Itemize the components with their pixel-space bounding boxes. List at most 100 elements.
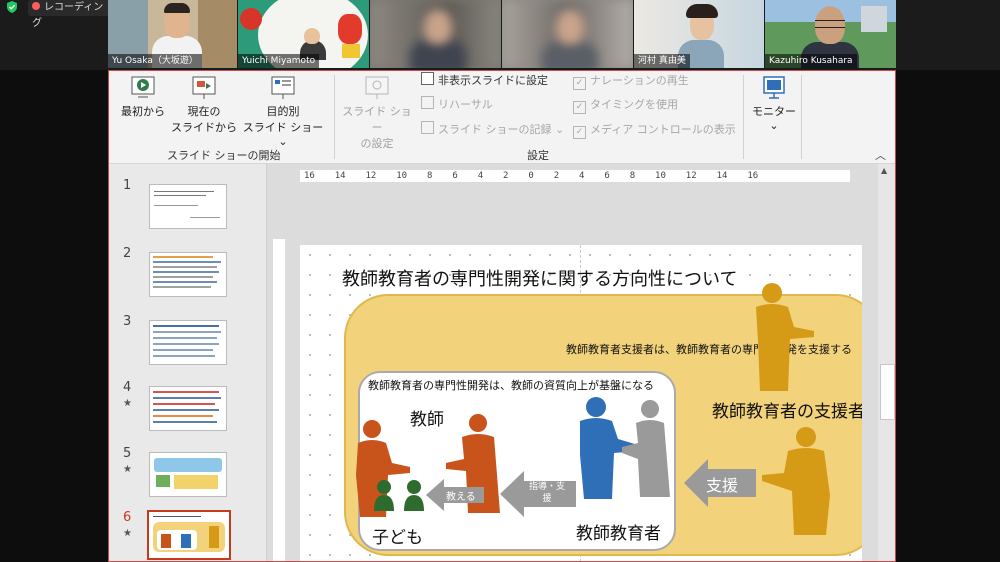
ruler-labels: 16 14 12 10 8 6 4 2 0 2 4 6 8 10 12 14 1…	[304, 171, 759, 181]
security-shield-icon[interactable]	[6, 0, 20, 16]
group-label-start: スライド ショーの開始	[167, 149, 281, 162]
slide-thumbnail-5[interactable]	[149, 452, 227, 497]
slide-canvas[interactable]: 教師教育者の専門性開発に関する方向性について 教師教育者支援者は、教師教育者の専…	[300, 245, 862, 561]
record-icon	[32, 2, 40, 10]
participant-name: 河村 真由美	[634, 54, 690, 68]
use-timings-checkbox[interactable]: ✓ タイミングを使用	[573, 96, 678, 114]
slide-number: 4	[123, 380, 132, 395]
slide-thumbnails-pane[interactable]: 1 2 3 4 ★ 5 ★ 6 ★	[109, 164, 267, 561]
teach-arrow[interactable]: 教える	[426, 479, 484, 511]
teach-arrow-label: 教える	[446, 492, 476, 503]
setup-slideshow-button[interactable]: スライド ショー の設定	[337, 75, 417, 151]
slide-thumbnail-2[interactable]	[149, 252, 227, 297]
video-tile-5[interactable]: 河村 真由美	[634, 0, 764, 68]
custom-slideshow-button[interactable]: 目的別 スライド ショー ⌄	[237, 75, 329, 148]
ribbon-slideshow-tab: 最初から 現在の スライドから 目的別 スライド ショー ⌄ スライド ショーの…	[109, 71, 895, 164]
play-from-start-icon	[130, 75, 156, 101]
support-arrow[interactable]: 支援	[684, 459, 756, 507]
monitor-label: モニター	[752, 105, 796, 118]
participant-name: Yu Osaka（大坂遊）	[108, 54, 202, 68]
custom-label-2: スライド ショー	[242, 121, 324, 134]
group-separator	[334, 75, 335, 159]
support-arrow-label: 支援	[706, 476, 739, 495]
guide-arrow-label: 指導・支援	[528, 482, 565, 504]
slide-editor: 16 14 12 10 8 6 4 2 0 2 4 6 8 10 12 14 1…	[267, 164, 895, 561]
custom-label-1: 目的別	[266, 105, 300, 118]
teacher-educator-figures	[580, 397, 670, 499]
rehearse-icon	[421, 96, 434, 109]
animation-star-icon: ★	[123, 464, 132, 475]
powerpoint-window: 最初から 現在の スライドから 目的別 スライド ショー ⌄ スライド ショーの…	[108, 70, 896, 562]
custom-slideshow-icon	[270, 75, 296, 101]
participant-name: Yuichi Miyamoto	[238, 54, 320, 68]
play-narrations-checkbox[interactable]: ✓ ナレーションの再生	[573, 72, 689, 90]
inner-note[interactable]: 教師教育者の専門性開発は、教師の資質向上が基盤になる	[368, 377, 654, 393]
slide-title[interactable]: 教師教育者の専門性開発に関する方向性について	[342, 265, 737, 291]
setup-slideshow-icon	[364, 75, 390, 101]
animation-star-icon: ★	[123, 528, 132, 539]
from-current-label-1: 現在の	[187, 105, 221, 118]
play-from-current-icon	[191, 75, 217, 101]
participant-name	[370, 54, 378, 68]
chevron-down-icon: ⌄	[769, 119, 779, 132]
horizontal-ruler: 16 14 12 10 8 6 4 2 0 2 4 6 8 10 12 14 1…	[300, 170, 850, 182]
supporter-figure-top	[756, 283, 814, 391]
group-separator	[743, 75, 744, 159]
participant-name: Kazuhiro Kusahara	[765, 54, 857, 68]
recording-label: レコーディング	[32, 2, 104, 29]
video-tile-6[interactable]: Kazuhiro Kusahara	[765, 0, 896, 68]
use-timings-label: タイミングを使用	[590, 98, 678, 111]
label-children[interactable]: 子ども	[372, 523, 423, 548]
animation-star-icon: ★	[123, 398, 132, 409]
video-tile-4[interactable]	[502, 0, 633, 68]
hide-slide-icon	[421, 72, 434, 85]
slide-number: 1	[123, 178, 132, 193]
label-supporter[interactable]: 教師教育者の支援者	[712, 397, 862, 422]
slide-thumbnail-1[interactable]	[149, 184, 227, 229]
slide-number: 6	[123, 510, 132, 525]
monitor-icon	[761, 75, 787, 101]
record-slideshow-button[interactable]: スライド ショーの記録 ⌄	[421, 121, 564, 139]
hide-slide-button[interactable]: 非表示スライドに設定	[421, 72, 548, 90]
video-tile-2[interactable]: Yuichi Miyamoto	[238, 0, 369, 68]
video-tile-1[interactable]: Yu Osaka（大坂遊）	[108, 0, 237, 68]
slide-thumbnail-6[interactable]	[147, 510, 231, 560]
slide-number: 5	[123, 446, 132, 461]
from-current-slide-button[interactable]: 現在の スライドから	[169, 75, 239, 135]
chevron-down-icon: ⌄	[555, 123, 565, 136]
slide-thumbnail-3[interactable]	[149, 320, 227, 365]
scrollbar-thumb[interactable]	[880, 364, 895, 420]
show-media-label: メディア コントロールの表示	[590, 123, 736, 136]
slide-number: 3	[123, 314, 132, 329]
from-beginning-button[interactable]: 最初から	[115, 75, 171, 119]
hide-slide-label: 非表示スライドに設定	[438, 74, 548, 87]
label-teacher-educator[interactable]: 教師教育者	[576, 519, 661, 544]
setup-label-2: の設定	[360, 137, 394, 150]
group-separator	[801, 75, 802, 159]
guide-arrow[interactable]: 指導・支援	[500, 471, 576, 517]
from-beginning-label: 最初から	[121, 105, 165, 118]
record-label: スライド ショーの記録	[438, 123, 552, 136]
zoom-top-bar: レコーディング Yu Osaka（大坂遊） Yuichi Miyamoto 河村…	[0, 0, 1000, 70]
record-slideshow-icon	[421, 121, 434, 134]
checkbox-checked-icon: ✓	[573, 126, 586, 139]
video-tile-3[interactable]	[370, 0, 501, 68]
recording-indicator[interactable]: レコーディング	[28, 0, 112, 29]
supporter-figure-bottom	[762, 427, 830, 535]
group-label-setup: 設定	[527, 149, 549, 162]
checkbox-checked-icon: ✓	[573, 77, 586, 90]
collapse-ribbon-icon[interactable]: ︿	[875, 147, 886, 163]
from-current-label-2: スライドから	[171, 121, 237, 134]
rehearse-label: リハーサル	[438, 98, 493, 111]
participant-name	[502, 54, 510, 68]
monitor-button[interactable]: モニター ⌄	[747, 75, 801, 132]
show-media-controls-checkbox[interactable]: ✓ メディア コントロールの表示	[573, 121, 736, 139]
setup-label-1: スライド ショー	[342, 105, 412, 134]
vertical-ruler	[273, 239, 285, 561]
checkbox-checked-icon: ✓	[573, 101, 586, 114]
vertical-scrollbar[interactable]: ▲	[878, 164, 895, 561]
slide-thumbnail-4[interactable]	[149, 386, 227, 431]
slide-number: 2	[123, 246, 132, 261]
rehearse-timings-button[interactable]: リハーサル	[421, 96, 493, 114]
scroll-up-icon[interactable]: ▲	[881, 166, 887, 175]
